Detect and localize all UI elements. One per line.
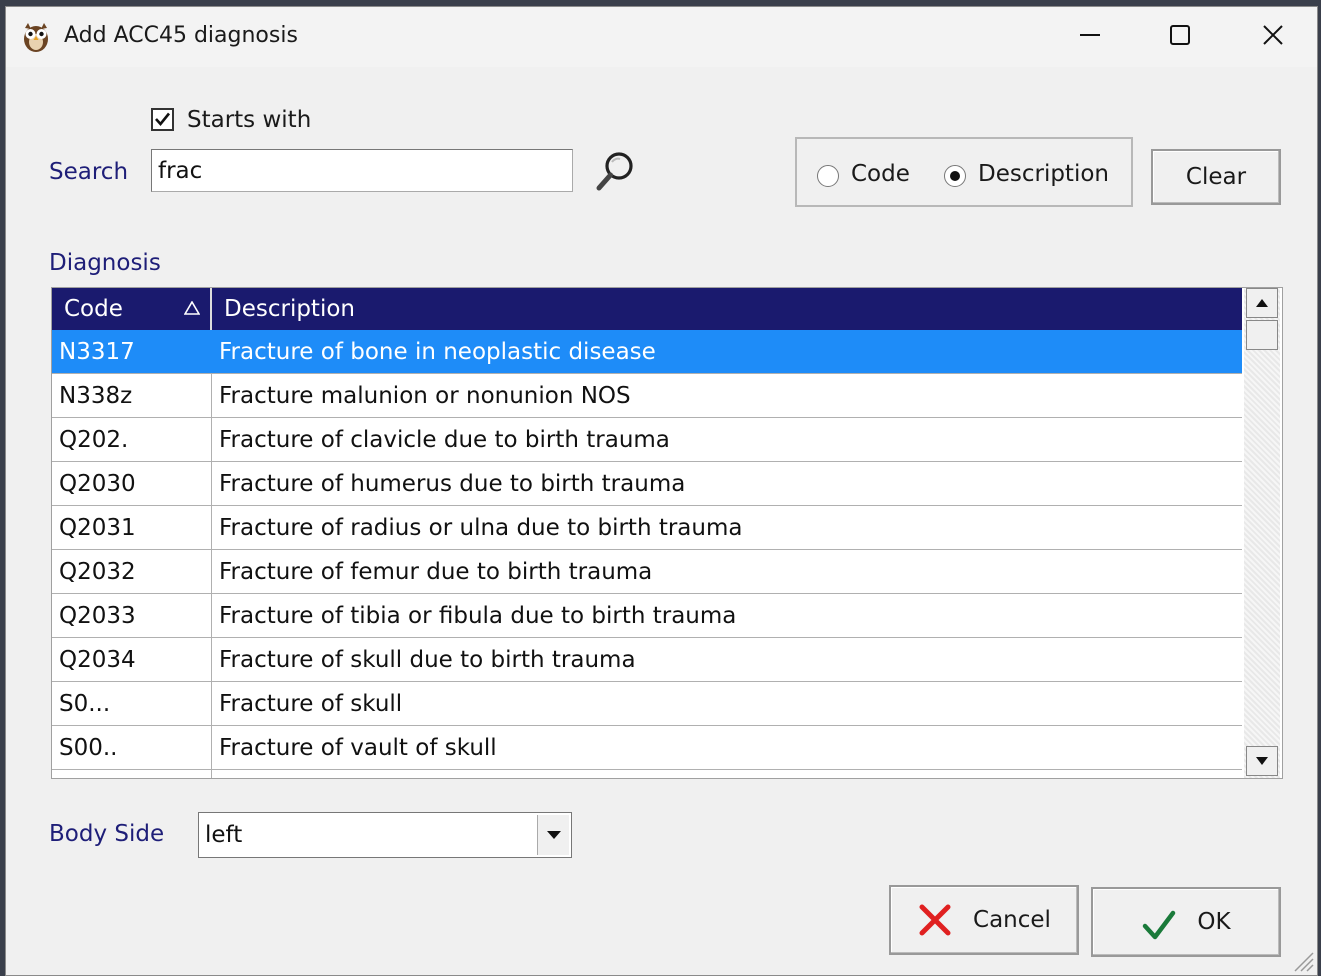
window-title: Add ACC45 diagnosis bbox=[64, 23, 298, 48]
description-radio[interactable] bbox=[944, 165, 966, 187]
row-code: N338z bbox=[52, 374, 212, 417]
ok-label: OK bbox=[1197, 909, 1231, 935]
cancel-label: Cancel bbox=[973, 907, 1051, 933]
body-side-value: left bbox=[205, 822, 243, 848]
column-header-code[interactable]: Code bbox=[52, 288, 212, 330]
table-row-partial[interactable] bbox=[52, 770, 1242, 778]
row-code: Q2034 bbox=[52, 638, 212, 681]
ok-button[interactable]: OK bbox=[1091, 887, 1281, 957]
close-icon bbox=[1263, 25, 1283, 45]
row-code: Q2032 bbox=[52, 550, 212, 593]
table-row[interactable]: Q202. Fracture of clavicle due to birth … bbox=[52, 418, 1242, 462]
row-description: Fracture of clavicle due to birth trauma bbox=[219, 426, 670, 453]
row-code: Q202. bbox=[52, 418, 212, 461]
owl-icon bbox=[24, 23, 48, 52]
radio-dot bbox=[950, 171, 960, 181]
body-side-select[interactable]: left bbox=[198, 812, 572, 858]
row-code: S0... bbox=[52, 682, 212, 725]
table-row[interactable]: Q2030 Fracture of humerus due to birth t… bbox=[52, 462, 1242, 506]
table-row[interactable]: S00.. Fracture of vault of skull bbox=[52, 726, 1242, 770]
table-row[interactable]: N3317 Fracture of bone in neoplastic dis… bbox=[52, 330, 1242, 374]
row-code: Q2030 bbox=[52, 462, 212, 505]
column-header-description-label: Description bbox=[224, 296, 355, 322]
sort-ascending-icon bbox=[184, 301, 200, 315]
dropdown-button[interactable] bbox=[537, 815, 569, 855]
scroll-up-button[interactable] bbox=[1246, 288, 1278, 318]
row-description: Fracture of vault of skull bbox=[219, 734, 497, 761]
maximize-icon bbox=[1170, 25, 1190, 45]
table-row[interactable]: N338z Fracture malunion or nonunion NOS bbox=[52, 374, 1242, 418]
row-description: Fracture of tibia or fibula due to birth… bbox=[219, 602, 737, 629]
table-row[interactable]: Q2034 Fracture of skull due to birth tra… bbox=[52, 638, 1242, 682]
diagnosis-label: Diagnosis bbox=[49, 250, 161, 276]
grid-scrollbar[interactable] bbox=[1244, 288, 1280, 778]
table-row[interactable]: Q2031 Fracture of radius or ulna due to … bbox=[52, 506, 1242, 550]
row-description: Fracture malunion or nonunion NOS bbox=[219, 382, 631, 409]
search-label: Search bbox=[49, 159, 129, 185]
scroll-down-button[interactable] bbox=[1246, 746, 1278, 776]
row-description: Fracture of skull due to birth trauma bbox=[219, 646, 636, 673]
table-row[interactable]: Q2033 Fracture of tibia or fibula due to… bbox=[52, 594, 1242, 638]
starts-with-checkbox[interactable] bbox=[151, 108, 174, 131]
dialog-window: Add ACC45 diagnosis Starts with Search C… bbox=[5, 6, 1318, 976]
row-description: Fracture of radius or ulna due to birth … bbox=[219, 514, 743, 541]
row-code bbox=[52, 770, 212, 778]
minimize-icon bbox=[1080, 34, 1100, 36]
body-side-label: Body Side bbox=[49, 821, 165, 847]
magnifier-icon[interactable] bbox=[592, 148, 638, 194]
maximize-button[interactable] bbox=[1134, 7, 1226, 63]
row-code: S00.. bbox=[52, 726, 212, 769]
search-mode-group: Code Description bbox=[795, 137, 1133, 207]
grid-rows: N3317 Fracture of bone in neoplastic dis… bbox=[52, 330, 1242, 778]
row-description: Fracture of femur due to birth trauma bbox=[219, 558, 653, 585]
row-code: Q2033 bbox=[52, 594, 212, 637]
row-code: N3317 bbox=[52, 330, 212, 373]
column-header-description[interactable]: Description bbox=[212, 288, 1242, 330]
row-description bbox=[212, 770, 1242, 778]
table-row[interactable]: S0... Fracture of skull bbox=[52, 682, 1242, 726]
cancel-button[interactable]: Cancel bbox=[889, 885, 1079, 955]
diagnosis-grid: Code Description N3317 Fracture of bone … bbox=[51, 287, 1283, 779]
arrow-up-icon bbox=[1256, 299, 1268, 307]
scroll-thumb[interactable] bbox=[1246, 320, 1278, 350]
column-header-code-label: Code bbox=[64, 296, 123, 322]
description-radio-label: Description bbox=[978, 161, 1109, 187]
chevron-down-icon bbox=[546, 831, 561, 839]
red-x-icon bbox=[919, 904, 951, 936]
code-radio-label: Code bbox=[851, 161, 910, 187]
row-code: Q2031 bbox=[52, 506, 212, 549]
arrow-down-icon bbox=[1256, 757, 1268, 765]
search-input[interactable] bbox=[151, 149, 573, 192]
code-radio[interactable] bbox=[817, 165, 839, 187]
row-description: Fracture of bone in neoplastic disease bbox=[219, 338, 656, 365]
row-description: Fracture of humerus due to birth trauma bbox=[219, 470, 686, 497]
checkmark-icon bbox=[155, 112, 171, 127]
close-button[interactable] bbox=[1227, 7, 1319, 63]
table-row[interactable]: Q2032 Fracture of femur due to birth tra… bbox=[52, 550, 1242, 594]
clear-button[interactable]: Clear bbox=[1151, 149, 1281, 205]
minimize-button[interactable] bbox=[1044, 7, 1136, 63]
resize-grip-icon[interactable] bbox=[1291, 949, 1315, 973]
row-description: Fracture of skull bbox=[219, 690, 403, 717]
green-check-icon bbox=[1143, 910, 1176, 940]
title-bar[interactable]: Add ACC45 diagnosis bbox=[6, 7, 1317, 67]
grid-header: Code Description bbox=[52, 288, 1242, 330]
starts-with-label: Starts with bbox=[187, 107, 312, 133]
